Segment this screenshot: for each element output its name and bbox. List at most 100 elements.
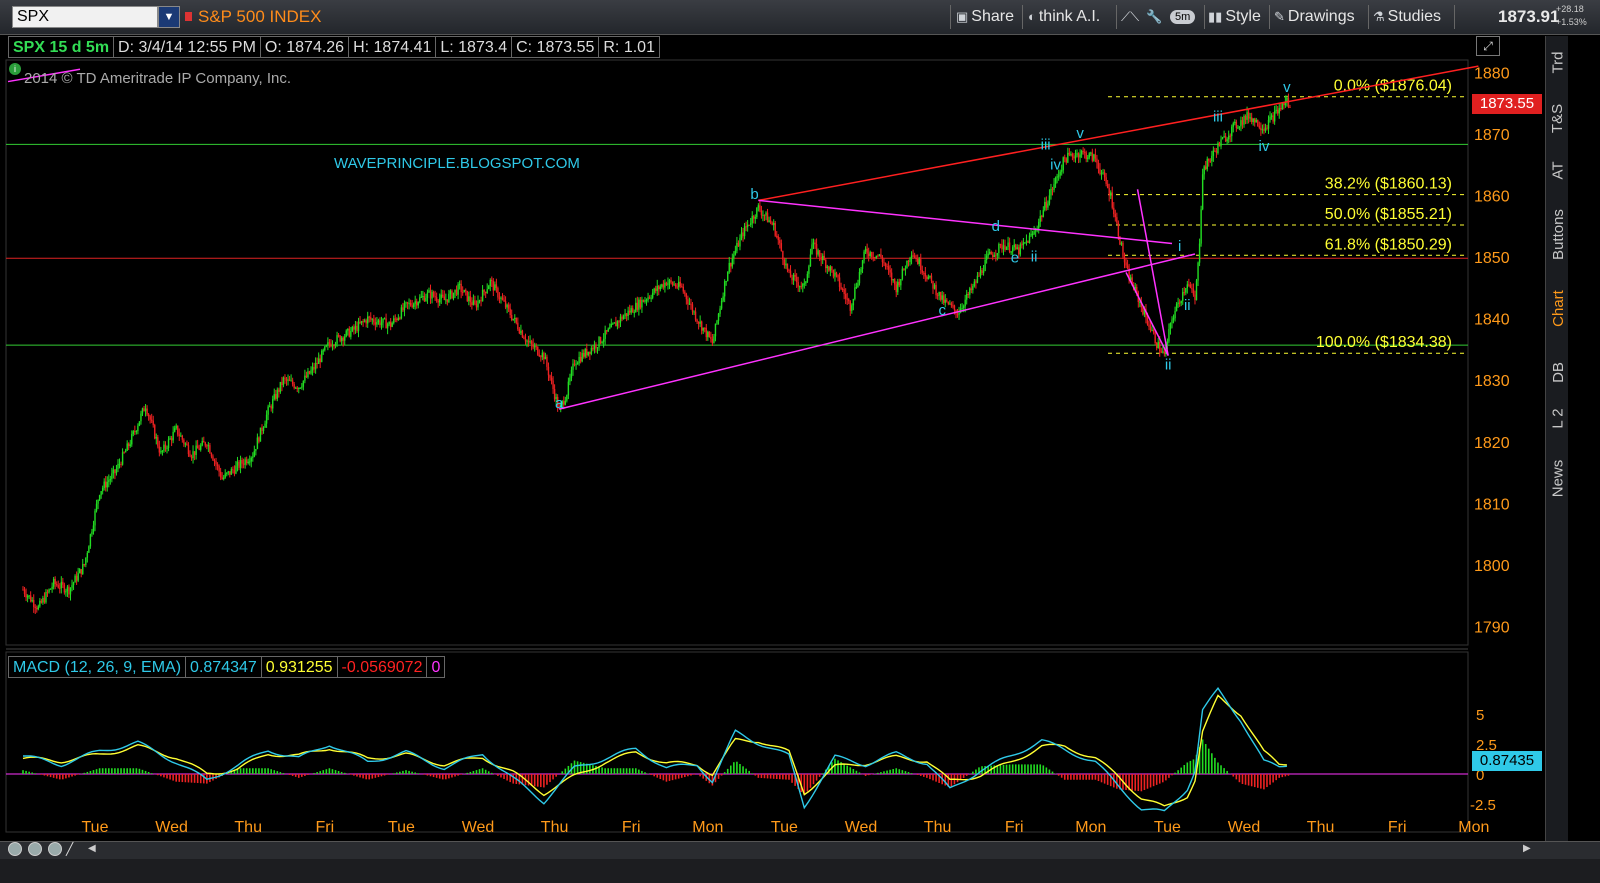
candle-body <box>276 389 279 399</box>
candle-body <box>700 321 703 331</box>
price-chart[interactable]: 0.0% ($1876.04) 38.2% ($1860.13) 50.0% ($1… <box>0 0 1600 883</box>
candle-body <box>912 255 914 257</box>
tab-db[interactable]: DB <box>1548 362 1568 383</box>
candle-body <box>477 300 479 308</box>
current-price-marker: 1873.55 <box>1472 94 1542 114</box>
candle-body <box>371 319 373 321</box>
candle-body <box>449 290 452 294</box>
candle-body <box>731 258 734 267</box>
candle-body <box>31 600 33 602</box>
candle-body <box>336 335 338 344</box>
candle-body <box>970 288 973 291</box>
candle-body <box>866 248 868 254</box>
x-tick-label: Thu <box>1307 819 1335 836</box>
candle-body <box>1205 166 1207 170</box>
macd-study-label[interactable]: MACD (12, 26, 9, EMA) <box>8 656 187 678</box>
candle-body <box>586 349 588 356</box>
candle-body <box>1142 307 1144 315</box>
candle-body <box>241 459 243 464</box>
zoom-in-icon[interactable] <box>8 842 22 856</box>
candle-body <box>270 406 272 409</box>
candle-body <box>941 295 943 300</box>
candle-body <box>848 299 850 302</box>
candle-body <box>1053 184 1055 190</box>
x-tick-label: Thu <box>234 819 262 836</box>
scroll-left-icon[interactable]: ◀ <box>88 843 96 854</box>
tab-news[interactable]: News <box>1548 459 1568 497</box>
macd-panel-frame <box>5 651 1469 833</box>
candle-body <box>915 257 917 259</box>
candle-body <box>1209 160 1211 162</box>
tab-label: L 2 <box>1549 407 1567 429</box>
tab-chart[interactable]: Chart <box>1548 290 1568 327</box>
candle-body <box>1102 172 1104 174</box>
candle-body <box>789 270 792 278</box>
candle-body <box>1068 152 1071 155</box>
candle-body <box>612 323 614 325</box>
candle-body <box>880 254 882 258</box>
candle-body <box>818 250 821 257</box>
candle-body <box>409 302 412 306</box>
y-tick-label: 1880 <box>1474 65 1510 82</box>
candle-body <box>639 299 642 308</box>
candle-body <box>380 322 383 326</box>
y-tick-label: 1810 <box>1474 496 1510 513</box>
tab-time-and-sales[interactable]: T&S <box>1548 103 1568 132</box>
draw-line-icon[interactable]: ╱ <box>66 842 82 856</box>
candle-body <box>1281 103 1284 110</box>
candle-body <box>474 300 476 304</box>
candle-body <box>630 308 632 313</box>
candle-body <box>1155 343 1158 348</box>
candle-body <box>769 220 772 223</box>
candle-body <box>515 317 518 323</box>
tab-at[interactable]: AT <box>1548 160 1568 180</box>
candle-body <box>281 381 283 386</box>
candle-body <box>94 510 96 526</box>
candle-body <box>1198 243 1201 263</box>
candle-body <box>1257 119 1259 127</box>
x-tick-label: Tue <box>388 819 415 836</box>
candle-body <box>227 471 229 473</box>
candle-body <box>1062 157 1064 171</box>
fib-label: 50.0% ($1855.21) <box>1325 206 1452 223</box>
candle-body <box>532 344 534 348</box>
candle-body <box>340 337 343 342</box>
candle-body <box>754 217 756 219</box>
candle-body <box>742 232 744 237</box>
tab-trd[interactable]: Trd <box>1548 51 1568 73</box>
tab-level2[interactable]: L 2 <box>1548 408 1568 428</box>
candle-body <box>886 265 888 267</box>
scroll-right-icon[interactable]: ▶ <box>1523 843 1531 854</box>
candle-body <box>406 302 409 304</box>
candle-body <box>926 276 928 280</box>
candle-body <box>871 252 873 258</box>
candle-body <box>324 346 326 351</box>
candle-body <box>619 316 622 323</box>
candle-body <box>209 445 211 454</box>
candle-body <box>618 321 620 323</box>
candle-body <box>521 330 524 338</box>
candle-body <box>200 445 202 450</box>
candle-body <box>242 463 245 465</box>
candle-body <box>442 294 444 297</box>
candle-body <box>1045 201 1048 208</box>
candle-body <box>1126 265 1129 269</box>
candle-body <box>80 569 82 574</box>
candle-body <box>1163 351 1166 354</box>
candle-body <box>1266 127 1268 129</box>
info-icon[interactable]: i <box>9 63 21 75</box>
candle-body <box>996 253 999 256</box>
candle-body <box>1200 209 1202 244</box>
candle-body <box>177 425 179 435</box>
candle-body <box>42 597 44 603</box>
candle-body <box>596 347 599 349</box>
magnify-icon[interactable] <box>48 842 62 856</box>
candle-body <box>273 394 275 400</box>
candle-body <box>403 303 406 311</box>
candle-body <box>272 399 274 409</box>
candle-body <box>1283 103 1285 106</box>
zoom-out-icon[interactable] <box>28 842 42 856</box>
tab-buttons[interactable]: Buttons <box>1548 209 1568 260</box>
candle-body <box>279 381 282 392</box>
candle-body <box>860 269 862 272</box>
